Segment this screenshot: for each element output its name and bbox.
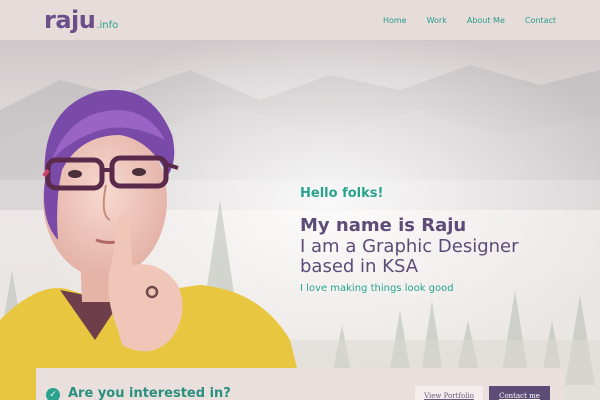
tagline-text: I love making things look good — [300, 283, 454, 294]
greeting-text: Hello folks! — [300, 186, 384, 201]
logo-text: raju — [44, 6, 96, 34]
hero-section: Hello folks! My name is Raju I am a Grap… — [0, 40, 600, 400]
cta-bar: ✓ Are you interested in? View Portfolio … — [36, 368, 564, 400]
site-header: raju .info Home Work About Me Contact — [0, 0, 600, 40]
nav-contact[interactable]: Contact — [525, 16, 556, 25]
contact-me-button[interactable]: Contact me — [489, 386, 550, 400]
nav-work[interactable]: Work — [427, 16, 447, 25]
cta-title: Are you interested in? — [68, 386, 231, 400]
role-line-1: I am a Graphic Designer — [300, 236, 519, 257]
nav-home[interactable]: Home — [383, 16, 407, 25]
main-nav: Home Work About Me Contact — [383, 16, 556, 25]
nav-about-me[interactable]: About Me — [467, 16, 505, 25]
site-logo[interactable]: raju .info — [44, 6, 118, 34]
name-heading: My name is Raju — [300, 215, 467, 236]
view-portfolio-button[interactable]: View Portfolio — [415, 386, 483, 400]
role-line-2: based in KSA — [300, 256, 419, 277]
logo-domain-suffix: .info — [96, 20, 119, 31]
intro-block: Hello folks! My name is Raju I am a Grap… — [300, 186, 519, 294]
check-circle-icon: ✓ — [46, 388, 60, 400]
